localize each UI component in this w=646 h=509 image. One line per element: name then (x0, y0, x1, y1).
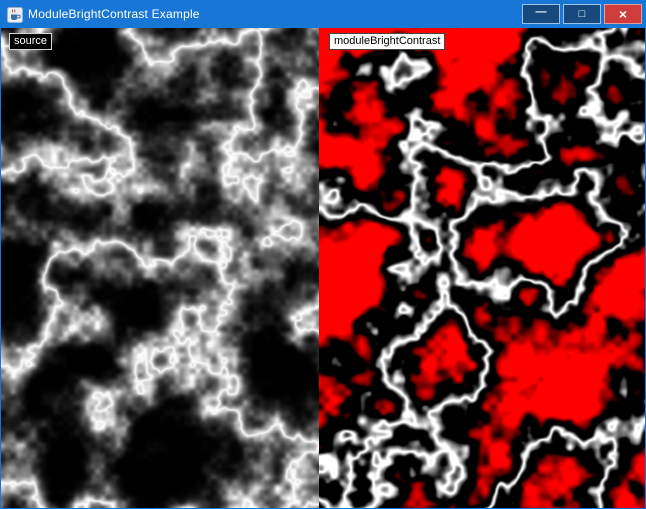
maximize-button[interactable]: □ (563, 4, 601, 24)
source-panel-label: source (9, 33, 52, 50)
app-icon[interactable] (7, 7, 23, 23)
title-bar[interactable]: ModuleBrightContrast Example — □ × (1, 1, 645, 28)
close-button[interactable]: × (604, 4, 642, 24)
source-image (1, 28, 319, 508)
window-title: ModuleBrightContrast Example (28, 1, 200, 28)
maximize-icon: □ (579, 8, 586, 20)
minimize-button[interactable]: — (522, 4, 560, 24)
processed-image (319, 28, 645, 508)
app-window: ModuleBrightContrast Example — □ × sourc… (0, 0, 646, 509)
processed-panel-label: moduleBrightContrast (329, 33, 445, 50)
minimize-icon: — (536, 6, 547, 18)
close-icon: × (619, 6, 627, 22)
window-controls: — □ × (522, 4, 642, 24)
